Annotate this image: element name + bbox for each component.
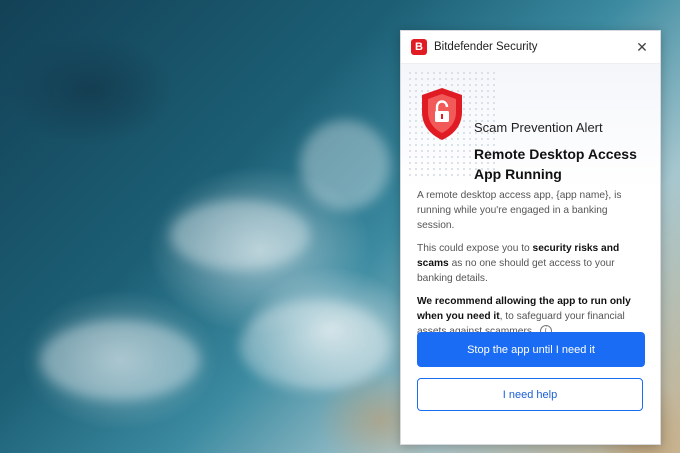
- alert-paragraph-1: A remote desktop access app, {app name},…: [417, 190, 622, 231]
- alert-kicker: Scam Prevention Alert: [474, 120, 603, 135]
- alert-body: A remote desktop access app, {app name},…: [401, 188, 660, 347]
- shield-lock-icon: [422, 88, 462, 140]
- alert-hero: Scam Prevention Alert Remote Desktop Acc…: [401, 64, 660, 189]
- dialog-title: Bitdefender Security: [434, 41, 538, 53]
- close-icon[interactable]: ✕: [634, 39, 650, 56]
- alert-paragraph-2: This could expose you to security risks …: [417, 241, 644, 286]
- alert-title: Remote Desktop Access App Running: [474, 146, 637, 182]
- dialog-titlebar: B Bitdefender Security ✕: [401, 31, 660, 64]
- wallpaper-foam: [300, 120, 390, 210]
- wallpaper-foam: [170, 200, 310, 270]
- alert-dialog: B Bitdefender Security ✕ Scam Prevention…: [400, 30, 661, 445]
- stop-app-button[interactable]: Stop the app until I need it: [417, 332, 645, 367]
- alert-paragraph-2-prefix: This could expose you to: [417, 243, 533, 254]
- wallpaper-foam: [40, 320, 200, 400]
- need-help-button[interactable]: I need help: [417, 378, 643, 411]
- bitdefender-logo: B: [411, 39, 427, 55]
- wallpaper-foam: [240, 300, 390, 390]
